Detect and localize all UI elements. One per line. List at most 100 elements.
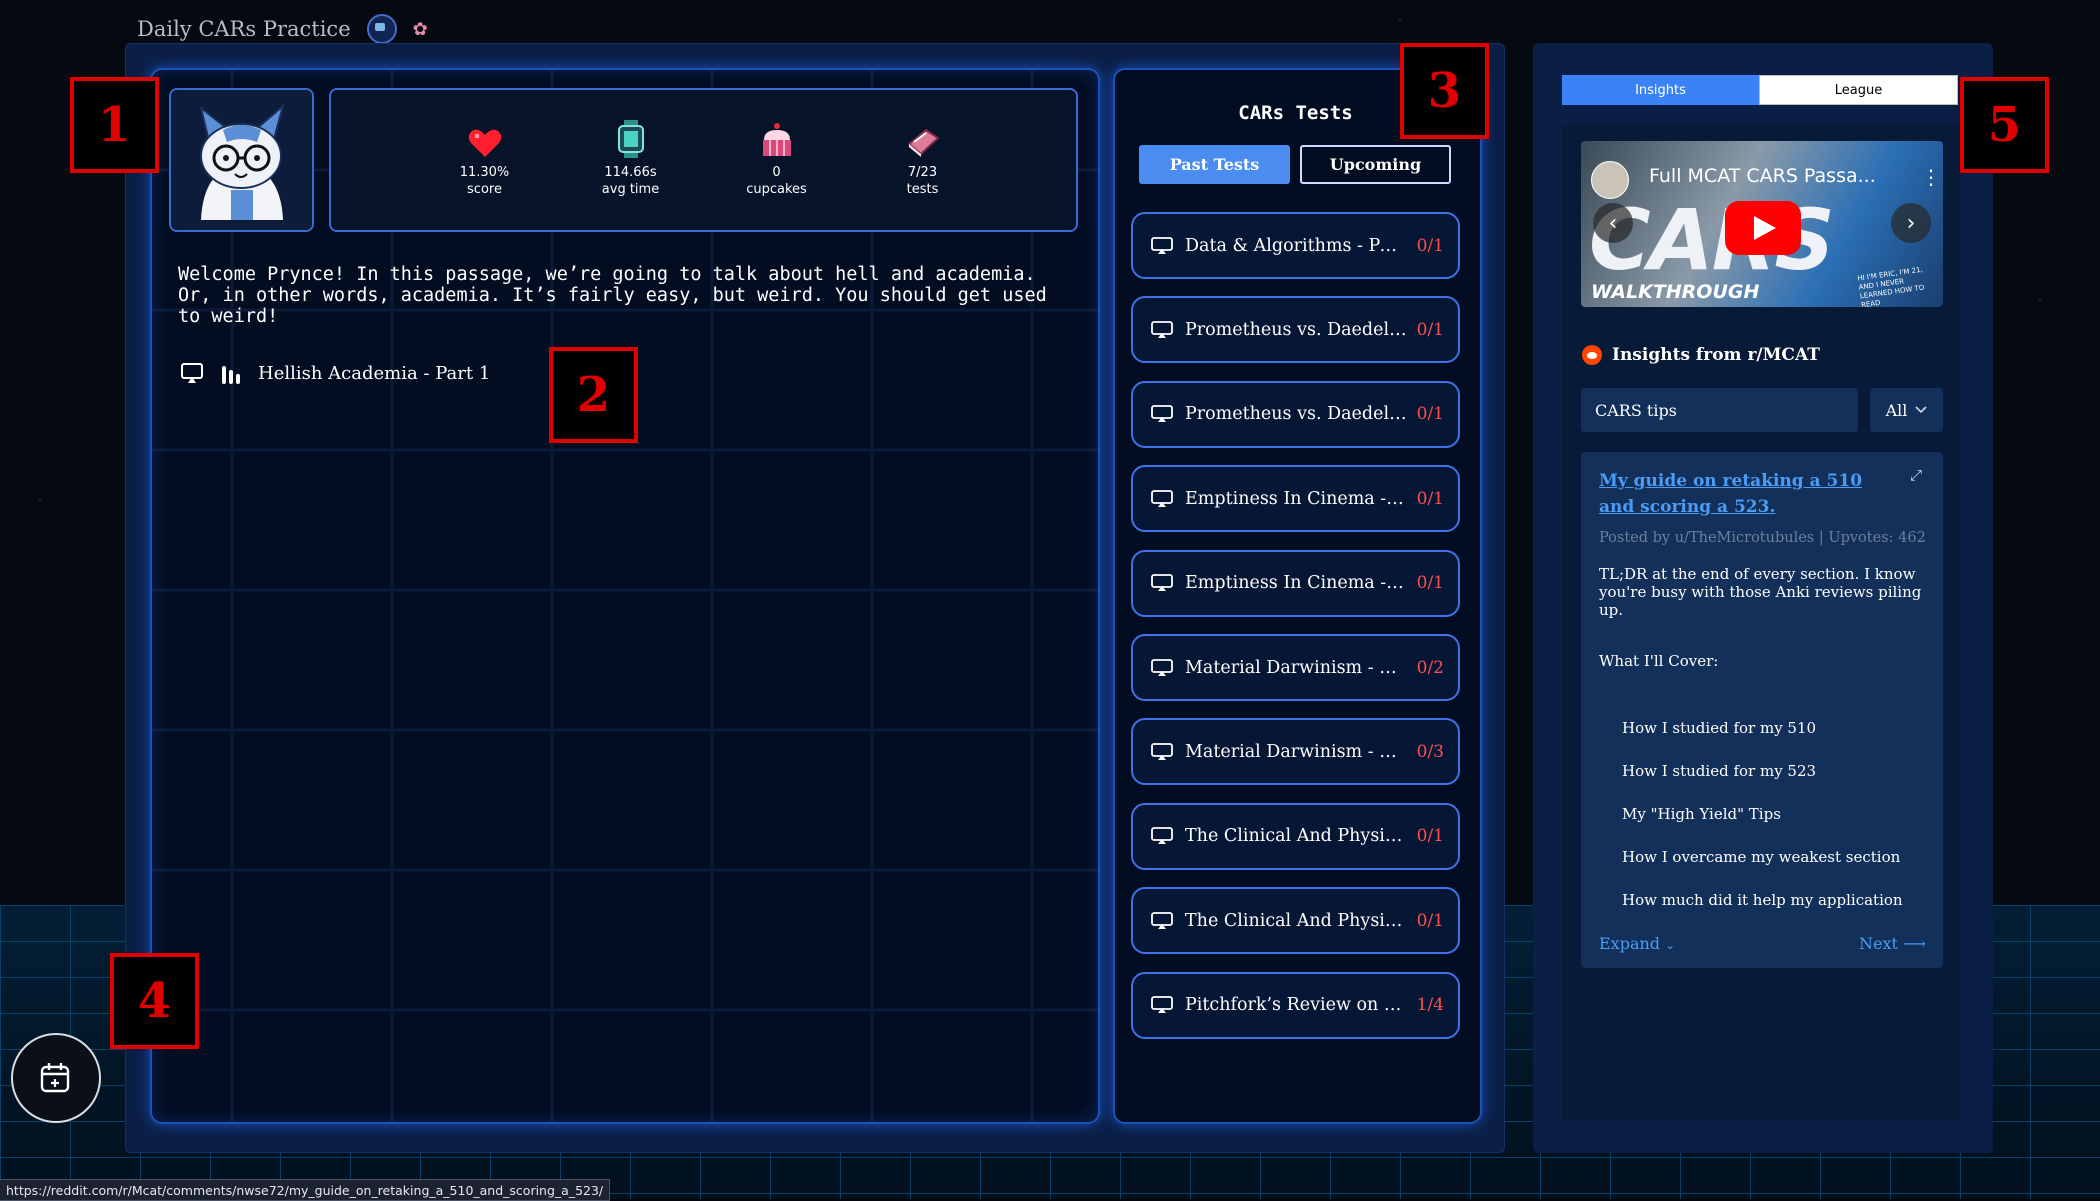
- video-embed[interactable]: Full MCAT CARS Passa... ⋮ CARS WALKTHROU…: [1581, 141, 1943, 307]
- carousel-next-icon[interactable]: ›: [1891, 203, 1931, 243]
- heart-icon: [468, 129, 501, 157]
- watch-icon: [617, 120, 644, 158]
- chevron-down-icon: [1915, 406, 1927, 414]
- stat-cupcakes: 0 cupcakes: [704, 122, 850, 198]
- test-item[interactable]: The Clinical And Physiolo... 0/1: [1131, 802, 1460, 870]
- topic-filter-input[interactable]: CARS tips: [1581, 388, 1858, 432]
- annotation-marker-3: 3: [1400, 43, 1489, 139]
- category-select[interactable]: All: [1870, 388, 1943, 432]
- list-item: How much did it help my application: [1622, 891, 1903, 909]
- test-name: Material Darwinism - Par...: [1185, 741, 1407, 762]
- test-name: The Clinical And Physiolo...: [1185, 910, 1407, 931]
- monitor-icon: [1151, 911, 1173, 929]
- list-item: How I studied for my 523: [1622, 762, 1817, 780]
- reddit-icon: [1582, 345, 1602, 365]
- monitor-icon: [1151, 405, 1173, 423]
- test-name: The Clinical And Physiolo...: [1185, 826, 1407, 847]
- annotation-marker-4: 4: [110, 953, 199, 1049]
- monitor-icon: [1151, 742, 1173, 760]
- status-bar-url: https://reddit.com/r/Mcat/comments/nwse7…: [0, 1179, 611, 1201]
- welcome-text: Welcome Prynce! In this passage, we’re g…: [178, 264, 1047, 327]
- chevron-down-icon: ⌄: [1665, 938, 1676, 952]
- test-item[interactable]: Material Darwinism - Par... 0/2: [1131, 634, 1460, 701]
- test-item[interactable]: The Clinical And Physiolo... 0/1: [1131, 887, 1460, 955]
- book-icon: [906, 128, 940, 157]
- test-name: Prometheus vs. Daedelus ...: [1185, 404, 1407, 425]
- difficulty-bars-icon: [222, 366, 240, 384]
- test-item[interactable]: Prometheus vs. Daedelus ... 0/1: [1131, 380, 1460, 448]
- test-name: Material Darwinism - Par...: [1185, 657, 1407, 678]
- video-title[interactable]: Full MCAT CARS Passa...: [1649, 165, 1876, 187]
- test-score: 0/3: [1416, 741, 1444, 762]
- test-score: 0/1: [1416, 404, 1444, 425]
- stat-label: avg time: [601, 182, 660, 197]
- monitor-icon: [1151, 320, 1173, 338]
- reddit-heading-label: Insights from r/MCAT: [1612, 345, 1820, 365]
- monitor-icon: [1151, 236, 1173, 254]
- expand-arrows-icon[interactable]: ⤢: [1910, 466, 1922, 484]
- reddit-heading: Insights from r/MCAT: [1582, 345, 1820, 365]
- test-item[interactable]: Emptiness In Cinema - Pa... 0/1: [1131, 549, 1460, 617]
- list-item: How I overcame my weakest section: [1622, 848, 1901, 866]
- monitor-icon: [1151, 827, 1173, 845]
- right-tabs: Insights League: [1562, 75, 1958, 105]
- stats-bar: 11.30% score 114.66s avg time 0 cupcakes…: [329, 88, 1078, 232]
- tab-upcoming[interactable]: Upcoming: [1300, 145, 1451, 184]
- passage-link[interactable]: Hellish Academia - Part 1: [180, 362, 490, 384]
- test-name: Prometheus vs. Daedelus ...: [1185, 319, 1407, 340]
- app-header: Daily CARs Practice ✿: [137, 14, 428, 44]
- tab-insights[interactable]: Insights: [1562, 75, 1759, 105]
- post-meta: Posted by u/TheMicrotubules | Upvotes: 4…: [1599, 530, 1926, 546]
- test-name: Data & Algorithms - Part 1: [1185, 235, 1407, 256]
- monitor-icon: [1151, 574, 1173, 592]
- carousel-prev-icon[interactable]: ‹: [1593, 203, 1633, 243]
- test-score: 0/1: [1416, 826, 1444, 847]
- test-item[interactable]: Data & Algorithms - Part 1 0/1: [1131, 212, 1460, 279]
- tab-past-tests[interactable]: Past Tests: [1139, 145, 1290, 184]
- monitor-icon: [181, 363, 203, 383]
- test-score: 0/1: [1416, 319, 1444, 340]
- test-score: 1/4: [1416, 995, 1444, 1016]
- robot-icon[interactable]: [366, 14, 397, 44]
- flower-icon[interactable]: ✿: [413, 19, 428, 40]
- cat-mascot-icon: [171, 90, 312, 230]
- passage-title: Hellish Academia - Part 1: [258, 362, 491, 384]
- test-item[interactable]: Emptiness In Cinema - Pa... 0/1: [1131, 465, 1460, 533]
- test-score: 0/1: [1416, 910, 1444, 931]
- stat-label: cupcakes: [746, 182, 807, 197]
- thumbnail-note-text: HI I'M ERIC, I'M 21, AND I NEVER LEARNED…: [1856, 265, 1925, 307]
- next-button[interactable]: Next ⟶: [1859, 934, 1926, 953]
- expand-button[interactable]: Expand ⌄: [1599, 934, 1675, 953]
- avatar: [169, 88, 314, 232]
- cupcake-icon: [762, 123, 791, 156]
- calendar-add-button[interactable]: [11, 1033, 101, 1123]
- youtube-play-icon[interactable]: [1725, 201, 1801, 255]
- more-options-icon[interactable]: ⋮: [1921, 165, 1941, 189]
- list-item: How I studied for my 510: [1622, 719, 1817, 737]
- list-item: My "High Yield" Tips: [1622, 805, 1781, 823]
- app-title: Daily CARs Practice: [137, 17, 351, 41]
- post-toc-list: How I studied for my 510 How I studied f…: [1622, 719, 1903, 934]
- test-score: 0/1: [1416, 573, 1444, 594]
- thumbnail-walkthrough-text: WALKTHROUGH: [1591, 281, 1760, 303]
- test-score: 0/1: [1416, 488, 1444, 509]
- test-item[interactable]: Pitchfork’s Review on Pep... 1/4: [1131, 971, 1460, 1039]
- test-item[interactable]: Material Darwinism - Par... 0/3: [1131, 718, 1460, 786]
- post-body: TL;DR at the end of every section. I kno…: [1599, 565, 1922, 619]
- calendar-plus-icon: [40, 1063, 70, 1093]
- monitor-icon: [1151, 658, 1173, 676]
- stat-score: 11.30% score: [412, 122, 558, 198]
- test-score: 0/1: [1416, 235, 1444, 256]
- stat-tests: 7/23 tests: [850, 122, 996, 198]
- test-name: Pitchfork’s Review on Pep...: [1185, 995, 1407, 1016]
- stat-label: tests: [906, 182, 939, 197]
- stat-value: 11.30%: [459, 165, 510, 180]
- stat-label: score: [467, 182, 502, 197]
- test-score: 0/2: [1416, 657, 1444, 678]
- post-title-link[interactable]: My guide on retaking a 510 and scoring a…: [1599, 468, 1899, 520]
- annotation-marker-2: 2: [549, 347, 638, 443]
- stat-value: 7/23: [907, 165, 938, 180]
- test-item[interactable]: Prometheus vs. Daedelus ... 0/1: [1131, 296, 1460, 364]
- tab-league[interactable]: League: [1759, 75, 1958, 105]
- monitor-icon: [1151, 489, 1173, 507]
